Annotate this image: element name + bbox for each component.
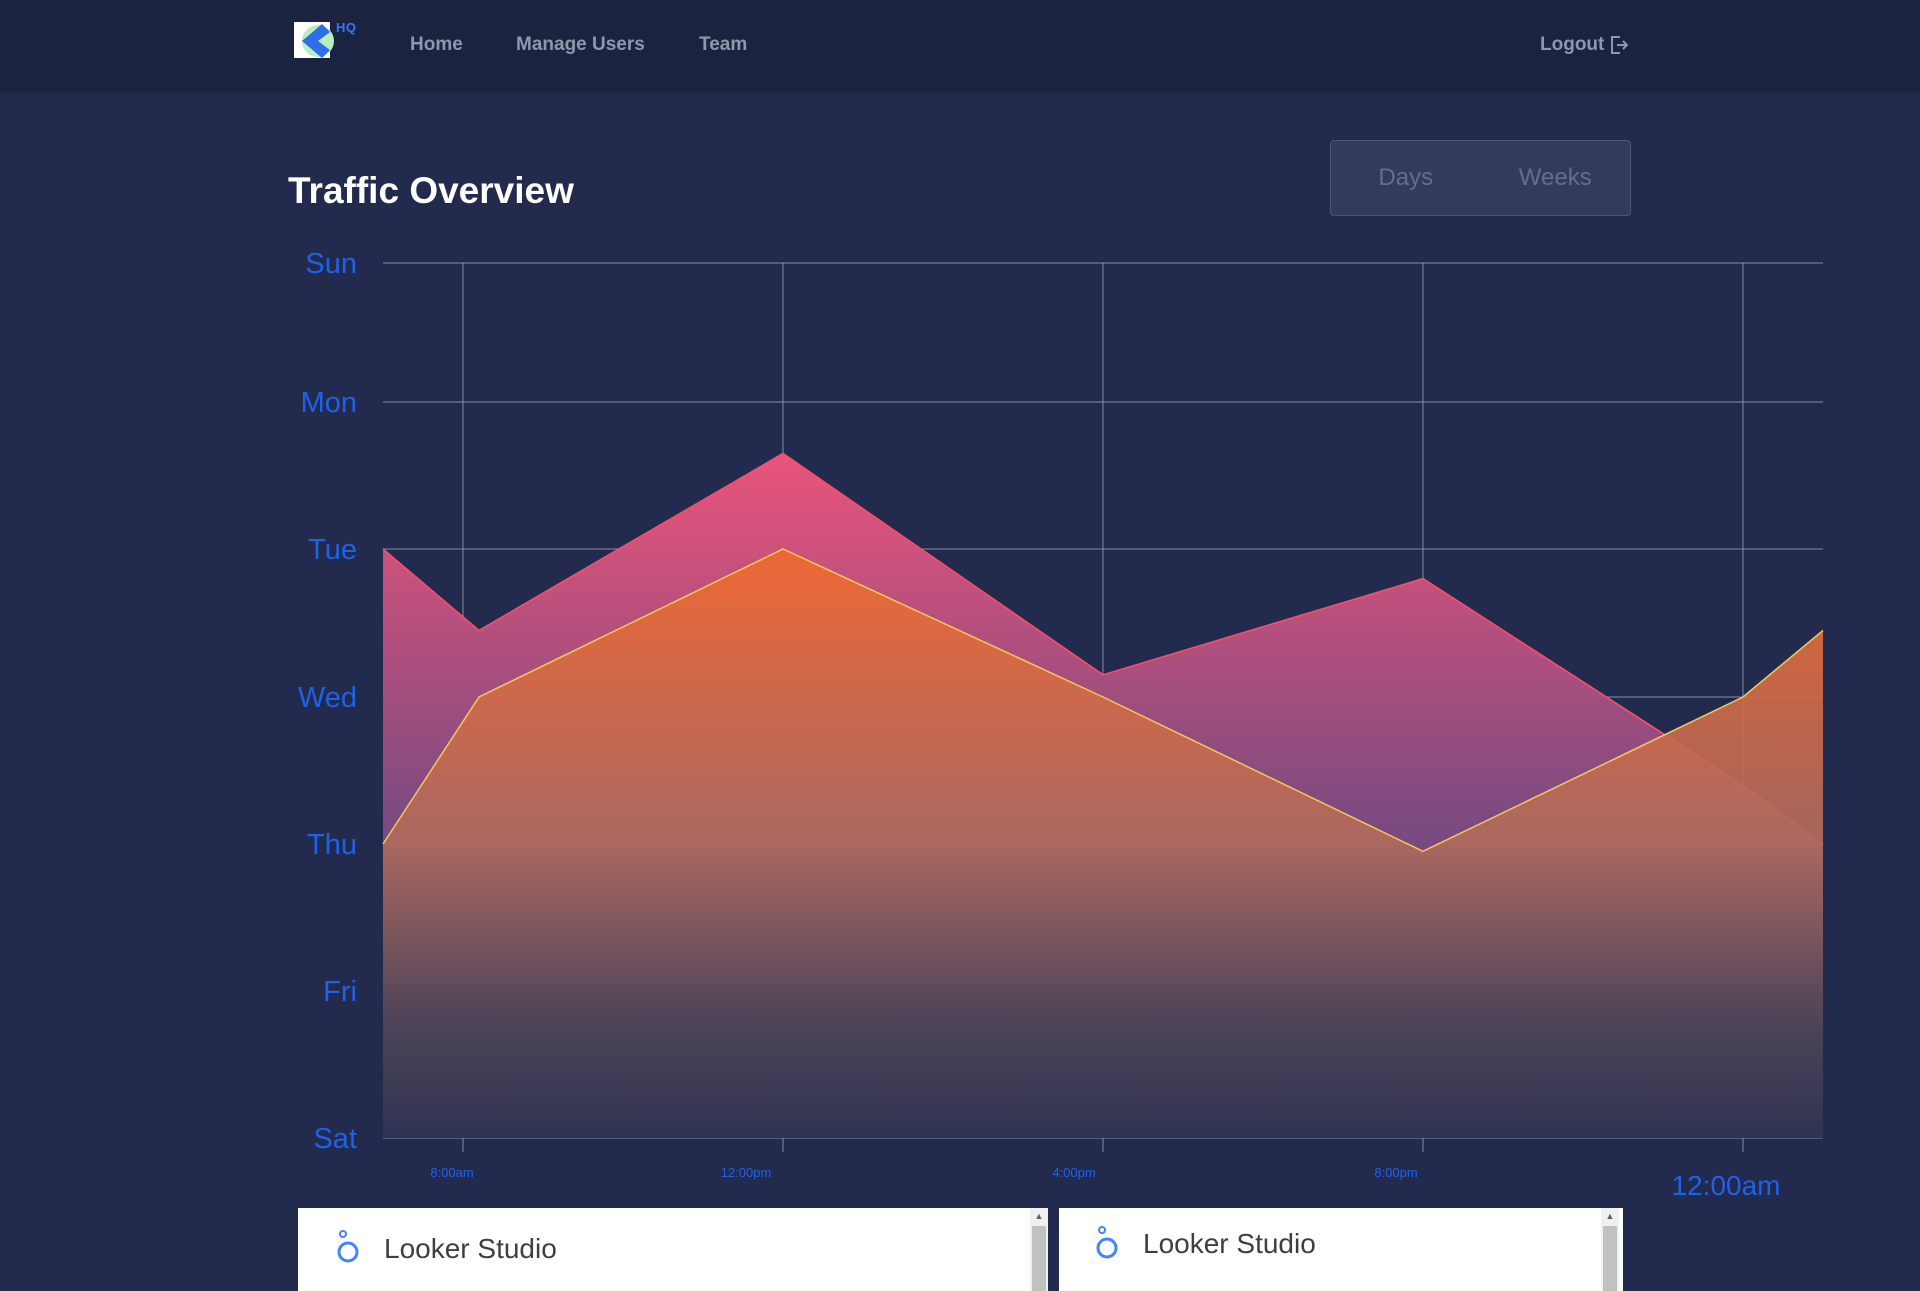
x-tick-label: 12:00pm [721, 1165, 772, 1180]
embed-scrollbar[interactable]: ▲ [1601, 1208, 1619, 1291]
y-tick-label: Sun [305, 248, 357, 280]
scroll-thumb[interactable] [1032, 1226, 1046, 1291]
traffic-chart: Sun Mon Tue Wed Thu Fri Sat 8:00am 12:00pm 4:00p… [298, 248, 1824, 1201]
scroll-up-icon[interactable]: ▲ [1030, 1208, 1048, 1224]
x-tick-label: 8:00am [430, 1165, 473, 1180]
looker-studio-icon [1096, 1226, 1118, 1259]
x-tick-label: 4:00pm [1052, 1165, 1095, 1180]
y-tick-label: Fri [323, 976, 357, 1008]
x-axis-labels: 8:00am 12:00pm 4:00pm 8:00pm 12:00am [430, 1165, 1780, 1201]
scroll-thumb[interactable] [1603, 1226, 1617, 1291]
y-tick-label: Tue [308, 534, 357, 566]
y-tick-label: Sat [313, 1123, 357, 1155]
x-tick-label: 12:00am [1672, 1170, 1781, 1201]
y-tick-label: Wed [298, 682, 357, 714]
x-tick-label: 8:00pm [1374, 1165, 1417, 1180]
embed-scrollbar[interactable]: ▲ [1030, 1208, 1048, 1291]
looker-studio-embed-1[interactable]: Looker Studio ▲ [298, 1208, 1048, 1291]
y-tick-label: Mon [301, 387, 357, 419]
looker-studio-embed-2[interactable]: Looker Studio ▲ [1059, 1208, 1623, 1291]
y-axis-labels: Sun Mon Tue Wed Thu Fri Sat [298, 248, 357, 1155]
looker-studio-icon [337, 1230, 359, 1263]
embed-title: Looker Studio [1143, 1228, 1316, 1259]
y-tick-label: Thu [307, 829, 357, 861]
embed-title: Looker Studio [384, 1233, 557, 1264]
scroll-up-icon[interactable]: ▲ [1601, 1208, 1619, 1224]
